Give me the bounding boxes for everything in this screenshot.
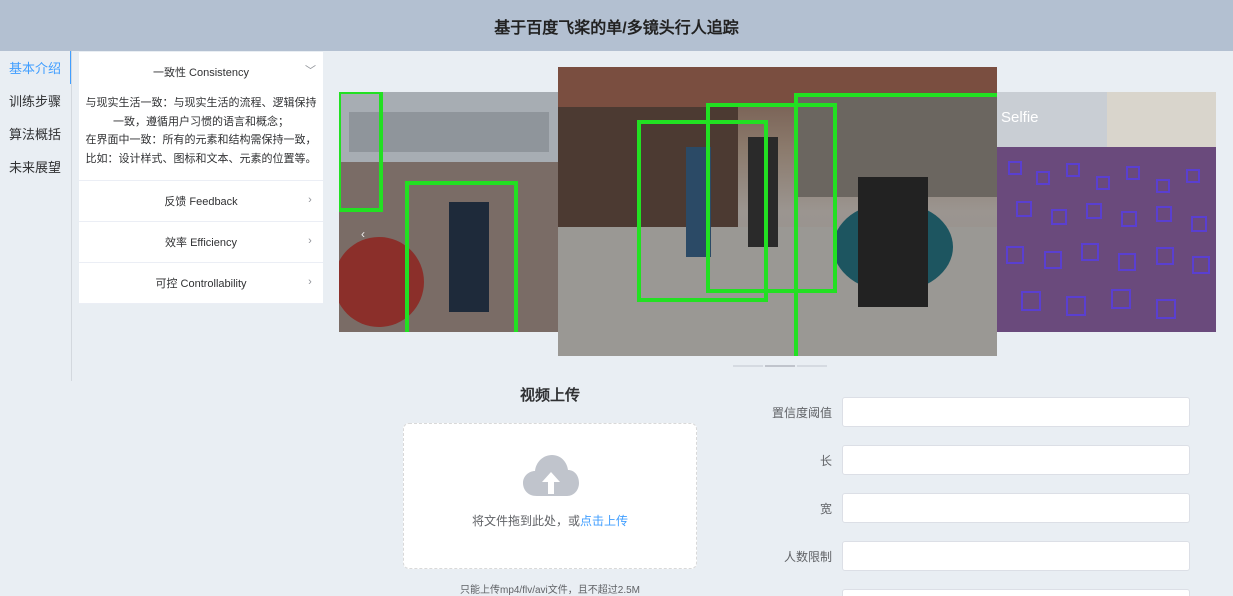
next-field-input[interactable] <box>842 589 1190 596</box>
face-detection-image: Selfie <box>997 92 1216 332</box>
sidebar-item-label: 训练步骤 <box>9 94 62 109</box>
sidebar-item-algorithm[interactable]: 算法概括 <box>0 117 72 150</box>
collapse-title: 一致性 Consistency <box>153 67 249 79</box>
chevron-down-icon: ﹀ <box>305 65 316 77</box>
length-input[interactable] <box>842 445 1190 475</box>
collapse-panel: 一致性 Consistency ﹀ 与现实生活一致：与现实生活的流程、逻辑保持一… <box>79 52 323 304</box>
carousel-slide-left[interactable]: ‹ <box>339 92 558 332</box>
tracking-image-left <box>339 92 558 332</box>
carousel-indicator[interactable] <box>797 365 827 367</box>
sidebar-item-label: 未来展望 <box>9 160 62 175</box>
collapse-title: 效率 Efficiency <box>165 237 237 249</box>
sidebar-item-training[interactable]: 训练步骤 <box>0 84 72 117</box>
upload-instruction: 将文件拖到此处，或点击上传 <box>404 512 696 529</box>
collapse-item-controllability: 可控 Controllability › <box>79 263 323 304</box>
collapse-header-efficiency[interactable]: 效率 Efficiency › <box>79 222 323 262</box>
upload-click-link[interactable]: 点击上传 <box>580 514 628 528</box>
form-row-length: 长 <box>760 445 1200 475</box>
cloud-upload-icon <box>523 455 579 496</box>
tracking-image-center <box>558 67 997 356</box>
chevron-right-icon: › <box>308 276 312 288</box>
collapse-header-controllability[interactable]: 可控 Controllability › <box>79 263 323 303</box>
collapse-header-consistency[interactable]: 一致性 Consistency ﹀ <box>79 52 323 92</box>
collapse-header-feedback[interactable]: 反馈 Feedback › <box>79 181 323 221</box>
form-row-partial <box>760 589 1200 596</box>
carousel-slide-active[interactable] <box>558 67 997 356</box>
people-limit-label: 人数限制 <box>783 549 832 564</box>
collapse-text-line: 在界面中一致：所有的元素和结构需保持一致，比如：设计样式、图标和文本、元素的位置… <box>85 134 317 165</box>
people-limit-input[interactable] <box>842 541 1190 571</box>
carousel-indicators <box>733 365 827 367</box>
collapse-item-feedback: 反馈 Feedback › <box>79 181 323 222</box>
width-input[interactable] <box>842 493 1190 523</box>
sidebar-item-future[interactable]: 未来展望 <box>0 150 72 183</box>
sidebar-item-intro[interactable]: 基本介绍 <box>0 51 72 84</box>
collapse-title: 反馈 Feedback <box>164 196 238 208</box>
collapse-item-consistency: 一致性 Consistency ﹀ 与现实生活一致：与现实生活的流程、逻辑保持一… <box>79 52 323 181</box>
collapse-item-efficiency: 效率 Efficiency › <box>79 222 323 263</box>
collapse-text-line: 与现实生活一致：与现实生活的流程、逻辑保持一致，遵循用户习惯的语言和概念； <box>85 97 317 128</box>
carousel-indicator-active[interactable] <box>765 365 795 367</box>
upload-drop-text: 将文件拖到此处，或 <box>471 514 580 528</box>
upload-dropzone[interactable]: 将文件拖到此处，或点击上传 <box>403 423 697 569</box>
sidebar-item-label: 算法概括 <box>9 127 62 142</box>
chevron-left-icon[interactable]: ‹ <box>361 227 365 241</box>
length-label: 长 <box>819 453 832 468</box>
chevron-right-icon: › <box>308 194 312 206</box>
sidebar-menu: 基本介绍 训练步骤 算法概括 未来展望 <box>0 51 72 596</box>
sidebar-item-label: 基本介绍 <box>9 61 62 76</box>
confidence-threshold-input[interactable] <box>842 397 1190 427</box>
page-title: 基于百度飞桨的单/多镜头行人追踪 <box>494 19 739 37</box>
chevron-right-icon: › <box>308 235 312 247</box>
sidebar-divider <box>71 51 72 381</box>
form-row-people-limit: 人数限制 <box>760 541 1200 571</box>
collapse-title: 可控 Controllability <box>155 278 247 290</box>
collapse-content: 与现实生活一致：与现实生活的流程、逻辑保持一致，遵循用户习惯的语言和概念； 在界… <box>79 92 323 180</box>
upload-section-title: 视频上传 <box>519 387 580 404</box>
width-label: 宽 <box>819 501 832 516</box>
app-header: 基于百度飞桨的单/多镜头行人追踪 <box>0 0 1233 51</box>
carousel-slide-right[interactable]: Selfie <box>997 92 1216 332</box>
form-row-width: 宽 <box>760 493 1200 523</box>
confidence-label: 置信度阈值 <box>771 405 832 420</box>
image-carousel: ‹ Selfie <box>339 67 1216 367</box>
upload-tip: 只能上传mp4/flv/avi文件，且不超过2.5M <box>459 585 641 596</box>
form-row-confidence: 置信度阈值 <box>760 397 1200 427</box>
carousel-indicator[interactable] <box>733 365 763 367</box>
slide-caption: Selfie <box>1001 109 1039 126</box>
